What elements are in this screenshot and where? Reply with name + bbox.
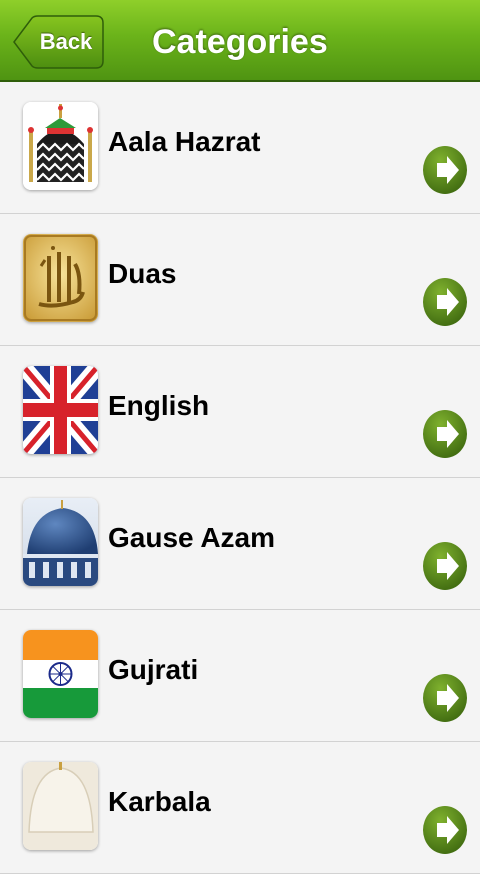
- white-dome-icon: [23, 762, 98, 850]
- back-button-label: Back: [39, 29, 93, 54]
- allah-calligraphy-icon: [23, 234, 98, 322]
- chevron-right-icon[interactable]: [422, 277, 468, 327]
- list-item-karbala[interactable]: Karbala: [0, 742, 480, 874]
- india-flag-icon: [23, 630, 98, 718]
- chevron-right-icon[interactable]: [422, 541, 468, 591]
- page-title: Categories: [152, 23, 328, 61]
- list-item-label: Duas: [108, 258, 177, 289]
- list-item-duas[interactable]: Duas: [0, 214, 480, 346]
- list-item-gause-azam[interactable]: Gause Azam: [0, 478, 480, 610]
- list-item-label: Aala Hazrat: [108, 126, 261, 157]
- list-item-label: Gujrati: [108, 654, 199, 685]
- list-item-english[interactable]: English: [0, 346, 480, 478]
- uk-flag-icon: [23, 366, 98, 454]
- list-item-aala-hazrat[interactable]: Aala Hazrat: [0, 82, 480, 214]
- category-list: Aala Hazrat Duas English Gause Azam Gujr…: [0, 82, 480, 874]
- list-item-gujrati[interactable]: Gujrati: [0, 610, 480, 742]
- list-item-label: English: [108, 390, 210, 421]
- chevron-right-icon[interactable]: [422, 145, 468, 195]
- back-button[interactable]: Back: [12, 15, 104, 69]
- chevron-right-icon[interactable]: [422, 409, 468, 459]
- blue-dome-icon: [23, 498, 98, 586]
- dome-shrine-icon: [23, 102, 98, 190]
- chevron-right-icon[interactable]: [422, 805, 468, 855]
- chevron-right-icon[interactable]: [422, 673, 468, 723]
- list-item-label: Karbala: [108, 786, 211, 817]
- list-item-label: Gause Azam: [108, 522, 276, 553]
- navigation-bar: Back Categories: [0, 0, 480, 82]
